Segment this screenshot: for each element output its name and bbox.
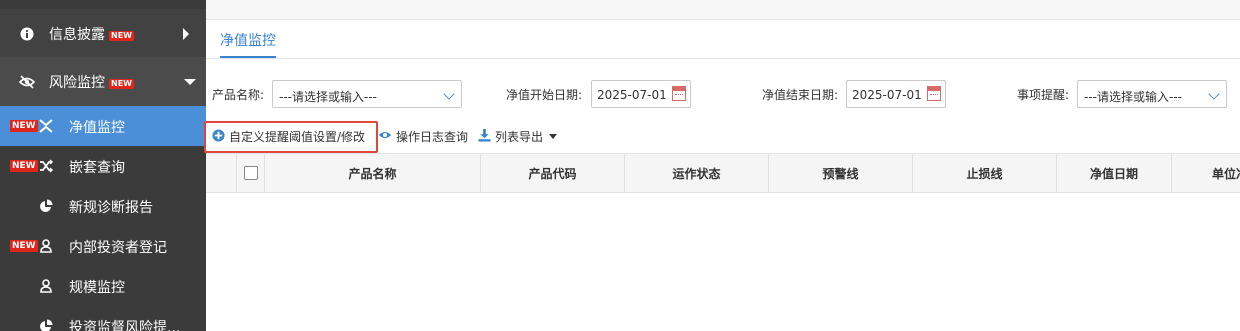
caret-down-icon	[549, 134, 558, 139]
sidebar-item-label: 内部投资者登记	[69, 240, 167, 256]
top-bar	[206, 0, 1240, 20]
product-name-select[interactable]: ---请选择或输入---	[272, 80, 462, 108]
export-label: 列表导出	[495, 130, 544, 144]
new-badge: NEW	[10, 160, 38, 172]
tab-nav-monitoring[interactable]: 净值监控	[220, 30, 276, 58]
user-icon	[38, 278, 54, 294]
sidebar-item-label: 新规诊断报告	[69, 200, 153, 216]
column-header[interactable]: 单位净	[1172, 154, 1240, 192]
chevron-down-icon	[443, 88, 455, 100]
column-header[interactable]: 产品代码	[481, 154, 625, 192]
sidebar-item-label: 净值监控	[69, 120, 125, 136]
sidebar-item-nav-monitoring[interactable]: NEW 净值监控	[0, 106, 206, 146]
sidebar-item-internal-investor-registration[interactable]: NEW 内部投资者登记	[0, 226, 206, 266]
sidebar-item-label: 投资监督风险提...	[69, 320, 181, 331]
table-header: 产品名称 产品代码 运作状态 预警线 止损线 净值日期 单位净	[206, 153, 1240, 193]
plus-circle-icon	[212, 128, 225, 145]
end-date-value: 2025-07-01	[852, 88, 922, 102]
end-date-label: 净值结束日期:	[762, 88, 839, 102]
sidebar-group-label: 信息披露	[49, 27, 105, 43]
sidebar-item-label: 嵌套查询	[69, 160, 125, 176]
chevron-down-icon	[184, 79, 196, 85]
filter-bar: 产品名称: ---请选择或输入--- 净值开始日期: 2025-07-01 净值…	[206, 78, 1240, 110]
sidebar-group-risk-monitoring[interactable]: 风险监控 NEW	[0, 57, 206, 107]
eye-icon	[378, 129, 392, 144]
eye-slash-icon	[19, 74, 35, 90]
reminder-value: ---请选择或输入---	[1084, 90, 1182, 104]
tab-bar: 净值监控	[206, 21, 1240, 59]
log-query-label: 操作日志查询	[396, 130, 469, 144]
sidebar-item-scale-monitoring[interactable]: 规模监控	[0, 266, 206, 306]
new-badge: NEW	[10, 240, 38, 252]
export-button[interactable]: 列表导出	[478, 128, 558, 145]
product-name-value: ---请选择或输入---	[279, 90, 377, 104]
custom-threshold-button[interactable]: 自定义提醒阈值设置/修改	[212, 128, 365, 145]
column-header[interactable]: 产品名称	[265, 154, 481, 192]
sidebar: 信息披露 NEW 风险监控 NEW NEW 净值监控 NEW 嵌套查询 新规诊断…	[0, 0, 206, 331]
new-badge: NEW	[109, 31, 134, 41]
calendar-icon[interactable]	[672, 86, 686, 101]
sidebar-group-info-disclosure[interactable]: 信息披露 NEW	[0, 9, 206, 59]
new-badge: NEW	[10, 120, 38, 132]
select-all-cell	[237, 154, 265, 192]
info-icon	[19, 26, 35, 42]
start-date-label: 净值开始日期:	[506, 88, 583, 102]
new-badge: NEW	[109, 79, 134, 89]
sidebar-item-nested-query[interactable]: NEW 嵌套查询	[0, 146, 206, 186]
app: 信息披露 NEW 风险监控 NEW NEW 净值监控 NEW 嵌套查询 新规诊断…	[0, 0, 1240, 331]
start-date-input[interactable]: 2025-07-01	[591, 80, 691, 108]
swap-icon	[38, 118, 54, 134]
pie-chart-icon	[38, 198, 54, 214]
custom-threshold-label: 自定义提醒阈值设置/修改	[229, 130, 366, 144]
calendar-icon[interactable]	[927, 86, 941, 101]
column-header[interactable]: 净值日期	[1057, 154, 1172, 192]
select-all-checkbox[interactable]	[243, 166, 258, 180]
column-header[interactable]: 预警线	[769, 154, 913, 192]
start-date-value: 2025-07-01	[597, 88, 667, 102]
chevron-right-icon	[183, 28, 189, 40]
chevron-down-icon	[1208, 88, 1220, 100]
sidebar-item-new-rule-diagnosis[interactable]: 新规诊断报告	[0, 186, 206, 226]
main-content: 净值监控 产品名称: ---请选择或输入--- 净值开始日期: 2025-07-…	[204, 0, 1240, 331]
row-number-header	[206, 154, 237, 192]
sidebar-item-label: 规模监控	[69, 280, 125, 296]
pie-chart-icon	[38, 318, 54, 331]
download-icon	[478, 128, 491, 145]
log-query-button[interactable]: 操作日志查询	[378, 128, 468, 145]
shuffle-icon	[38, 158, 54, 174]
reminder-select[interactable]: ---请选择或输入---	[1077, 80, 1227, 108]
product-name-label: 产品名称:	[212, 88, 265, 102]
end-date-input[interactable]: 2025-07-01	[846, 80, 946, 108]
toolbar: 自定义提醒阈值设置/修改 操作日志查询 列表导出	[204, 121, 1240, 153]
column-header[interactable]: 止损线	[913, 154, 1057, 192]
sidebar-item-investment-supervision-risk[interactable]: 投资监督风险提...	[0, 306, 206, 331]
sidebar-group-label: 风险监控	[49, 75, 105, 91]
reminder-label: 事项提醒:	[1017, 88, 1070, 102]
column-header[interactable]: 运作状态	[625, 154, 769, 192]
user-icon	[38, 238, 54, 254]
